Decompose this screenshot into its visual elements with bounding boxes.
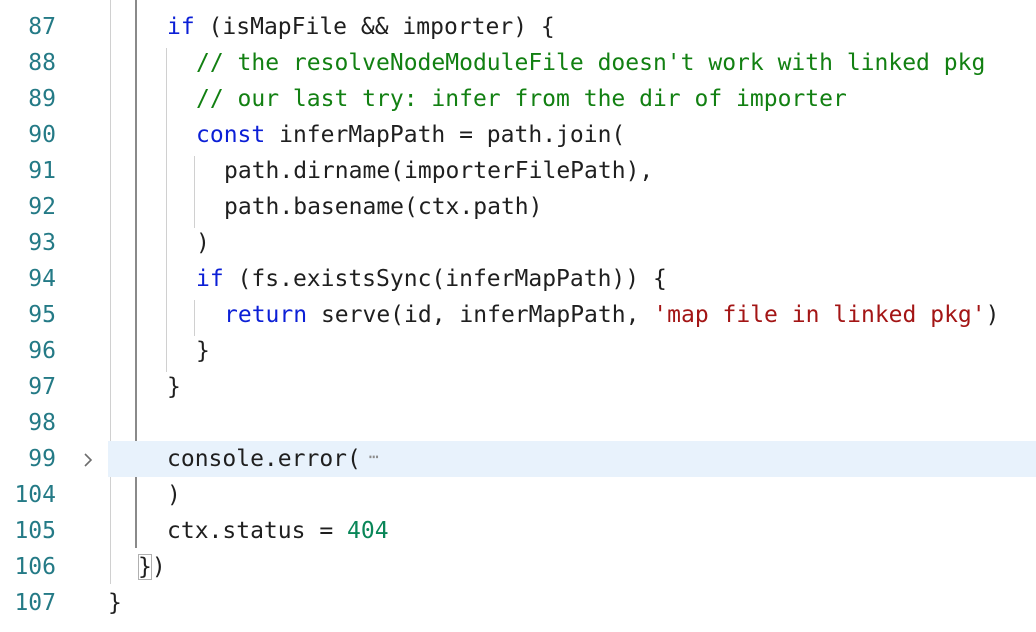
code-text: path.dirname(importerFilePath), <box>224 158 654 184</box>
gutter: 97 <box>0 369 108 405</box>
gutter: 99 <box>0 441 108 477</box>
gutter: 94 <box>0 261 108 297</box>
gutter: 87 <box>0 9 108 45</box>
code-line[interactable]: 104 ) <box>0 477 1036 513</box>
string-literal: 'map file in linked pkg' <box>653 302 986 328</box>
current-line[interactable]: 99 console.error(⋯ <box>0 441 1036 477</box>
code-line[interactable]: 88 // the resolveNodeModuleFile doesn't … <box>0 45 1036 81</box>
chevron-right-icon[interactable] <box>78 441 98 477</box>
gutter: 93 <box>0 225 108 261</box>
gutter: 106 <box>0 549 108 585</box>
code-text: if (isMapFile && importer) { <box>167 14 555 40</box>
code-line[interactable]: 93 ) <box>0 225 1036 261</box>
code-text: } <box>167 374 181 400</box>
keyword: return <box>224 302 308 328</box>
line-number: 96 <box>28 338 56 364</box>
code-line[interactable]: 96 } <box>0 333 1036 369</box>
line-number: 87 <box>28 14 56 40</box>
line-number: 95 <box>28 302 56 328</box>
line-number: 90 <box>28 122 56 148</box>
code-line[interactable]: 87 if (isMapFile && importer) { <box>0 9 1036 45</box>
line-number: 99 <box>28 446 56 472</box>
keyword: if <box>167 14 195 40</box>
folded-region-ellipsis[interactable]: ⋯ <box>369 448 379 465</box>
comment-text: // our last try: infer from the dir of i… <box>196 86 847 112</box>
line-number: 89 <box>28 86 56 112</box>
gutter: 95 <box>0 297 108 333</box>
number-literal: 404 <box>347 518 389 544</box>
code-text: } <box>108 590 122 616</box>
code-line[interactable]: 106 }) <box>0 549 1036 585</box>
line-number: 98 <box>28 410 56 436</box>
comment-text: // the resolveNodeModuleFile doesn't wor… <box>196 50 986 76</box>
gutter: 88 <box>0 45 108 81</box>
code-text: const inferMapPath = path.join( <box>196 122 626 148</box>
line-number: 92 <box>28 194 56 220</box>
matching-bracket: } <box>138 554 152 580</box>
line-number: 93 <box>28 230 56 256</box>
gutter: 89 <box>0 81 108 117</box>
line-number: 91 <box>28 158 56 184</box>
gutter: 91 <box>0 153 108 189</box>
gutter: 104 <box>0 477 108 513</box>
code-line[interactable]: 92 path.basename(ctx.path) <box>0 189 1036 225</box>
code-text: } <box>196 338 210 364</box>
code-line[interactable]: 91 path.dirname(importerFilePath), <box>0 153 1036 189</box>
code-text: ) <box>196 230 210 256</box>
code-text: console.error(⋯ <box>167 446 379 472</box>
code-line[interactable]: 105 ctx.status = 404 <box>0 513 1036 549</box>
line-number: 106 <box>14 554 56 580</box>
line-number: 88 <box>28 50 56 76</box>
gutter: 96 <box>0 333 108 369</box>
code-text: path.basename(ctx.path) <box>224 194 543 220</box>
code-line[interactable]: 97 } <box>0 369 1036 405</box>
line-number: 107 <box>14 590 56 616</box>
gutter: 92 <box>0 189 108 225</box>
keyword: if <box>196 266 224 292</box>
line-number: 94 <box>28 266 56 292</box>
code-text: ) <box>167 482 181 508</box>
line-number: 104 <box>14 482 56 508</box>
code-line[interactable]: 94 if (fs.existsSync(inferMapPath)) { <box>0 261 1036 297</box>
code-line[interactable]: 89 // our last try: infer from the dir o… <box>0 81 1036 117</box>
code-text: ctx.status = 404 <box>167 518 389 544</box>
gutter: 105 <box>0 513 108 549</box>
line-number: 105 <box>14 518 56 544</box>
line-number: 97 <box>28 374 56 400</box>
code-line[interactable]: 107 } <box>0 585 1036 621</box>
code-line[interactable]: 98 <box>0 405 1036 441</box>
code-line[interactable]: 90 const inferMapPath = path.join( <box>0 117 1036 153</box>
code-text: return serve(id, inferMapPath, 'map file… <box>224 302 1000 328</box>
code-line[interactable]: 95 return serve(id, inferMapPath, 'map f… <box>0 297 1036 333</box>
code-text: }) <box>138 554 166 580</box>
keyword: const <box>196 122 266 148</box>
code-text: if (fs.existsSync(inferMapPath)) { <box>196 266 667 292</box>
code-editor[interactable]: 87 if (isMapFile && importer) { 88 // th… <box>0 0 1036 632</box>
gutter: 107 <box>0 585 108 621</box>
gutter: 90 <box>0 117 108 153</box>
gutter: 98 <box>0 405 108 441</box>
